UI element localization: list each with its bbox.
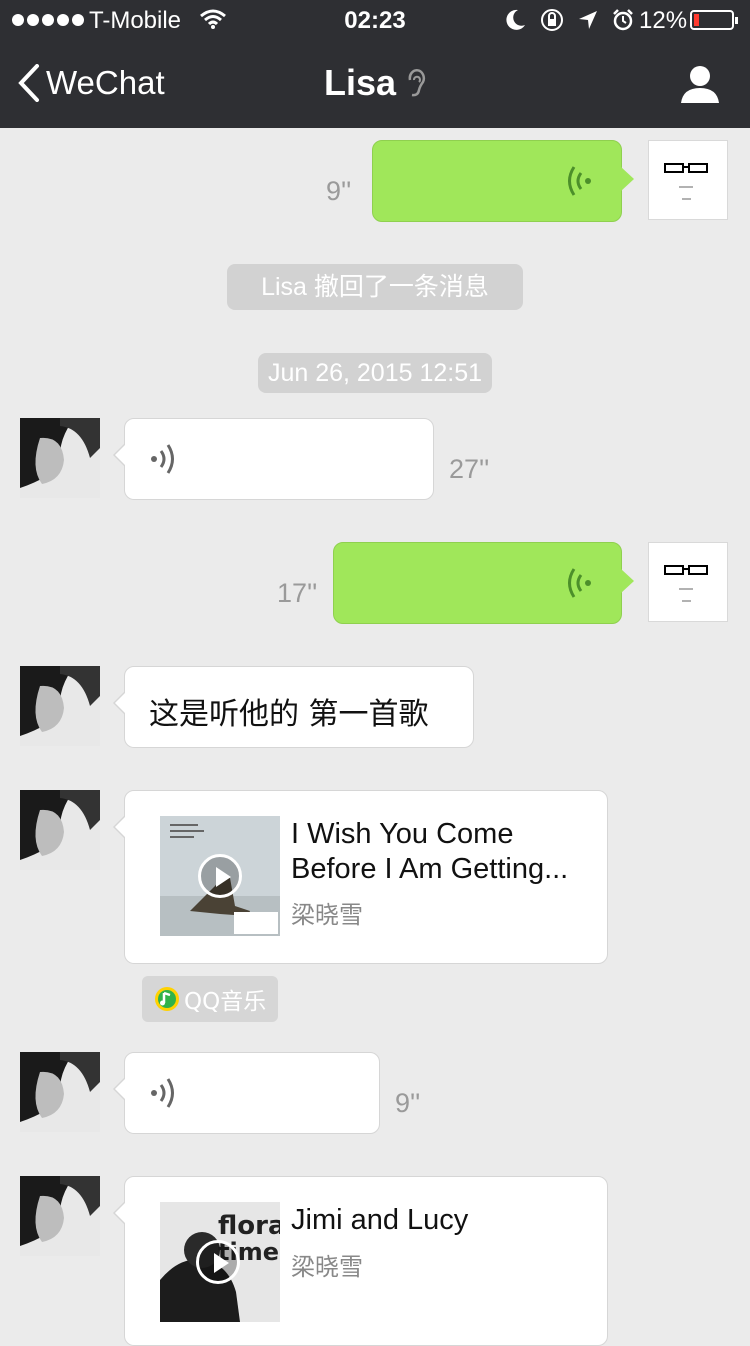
chat-area[interactable]: 9'' Lisa 撤回了一条消息 Jun 26, 2015 12:51 27''… xyxy=(0,128,750,1346)
voice-wave-icon xyxy=(568,568,591,598)
voice-duration: 27'' xyxy=(449,454,490,484)
lisa-avatar[interactable] xyxy=(20,666,100,746)
album-cover xyxy=(160,816,280,936)
song-title-line: Before I Am Getting... xyxy=(291,853,569,885)
song-title-line: I Wish You Come xyxy=(291,818,514,850)
voice-duration: 9'' xyxy=(395,1088,421,1118)
outgoing-voice-message[interactable] xyxy=(372,140,634,222)
music-share-card[interactable]: I Wish You Come Before I Am Getting... 梁… xyxy=(113,790,608,964)
chat-title: Lisa xyxy=(323,62,397,103)
cover-text: floral xyxy=(218,1211,280,1241)
top-bar: T-Mobile 02:23 12% WeChat Lisa xyxy=(0,0,750,128)
incoming-voice-message[interactable] xyxy=(113,418,434,500)
qq-music-icon xyxy=(155,987,179,1011)
battery-percentage: 12% xyxy=(639,7,688,34)
music-share-card[interactable]: floral times Jimi and Lucy 梁晓雪 xyxy=(113,1176,608,1346)
incoming-voice-message[interactable] xyxy=(113,1052,380,1134)
lisa-avatar[interactable] xyxy=(20,790,100,870)
music-source-tag[interactable]: QQ音乐 xyxy=(142,976,279,1022)
earpiece-icon xyxy=(408,69,426,97)
status-bar: T-Mobile 02:23 12% xyxy=(0,0,750,40)
song-artist: 梁晓雪 xyxy=(291,901,363,929)
alarm-icon xyxy=(613,9,633,31)
lisa-avatar[interactable] xyxy=(20,418,100,498)
voice-wave-icon xyxy=(151,444,174,474)
voice-duration: 17'' xyxy=(277,578,318,608)
music-source-label: QQ音乐 xyxy=(184,989,267,1015)
timestamp: Jun 26, 2015 12:51 xyxy=(258,353,492,393)
location-arrow-icon xyxy=(579,11,597,29)
voice-wave-icon xyxy=(151,1078,174,1108)
song-title: Jimi and Lucy xyxy=(291,1204,469,1236)
rotation-lock-icon xyxy=(541,9,563,31)
outgoing-voice-message[interactable] xyxy=(333,542,634,624)
my-avatar[interactable] xyxy=(648,542,728,622)
moon-icon xyxy=(506,9,525,30)
song-artist: 梁晓雪 xyxy=(291,1253,363,1281)
my-avatar[interactable] xyxy=(648,140,728,220)
battery-icon xyxy=(690,10,738,30)
lisa-avatar[interactable] xyxy=(20,1052,100,1132)
album-cover: floral times xyxy=(160,1202,280,1322)
song-title: I Wish You Come Before I Am Getting... xyxy=(291,817,568,887)
status-time: 02:23 xyxy=(344,7,406,34)
message-text: 这是听他的 第一首歌 xyxy=(149,697,429,732)
voice-duration: 9'' xyxy=(326,176,352,206)
play-icon[interactable] xyxy=(196,1240,240,1284)
play-icon[interactable] xyxy=(198,854,242,898)
profile-icon[interactable] xyxy=(680,64,720,104)
voice-wave-icon xyxy=(568,166,591,196)
incoming-text-message[interactable]: 这是听他的 第一首歌 xyxy=(113,666,474,748)
recall-notice: Lisa 撤回了一条消息 xyxy=(227,264,523,310)
page-title: Lisa xyxy=(0,62,750,104)
lisa-avatar[interactable] xyxy=(20,1176,100,1256)
